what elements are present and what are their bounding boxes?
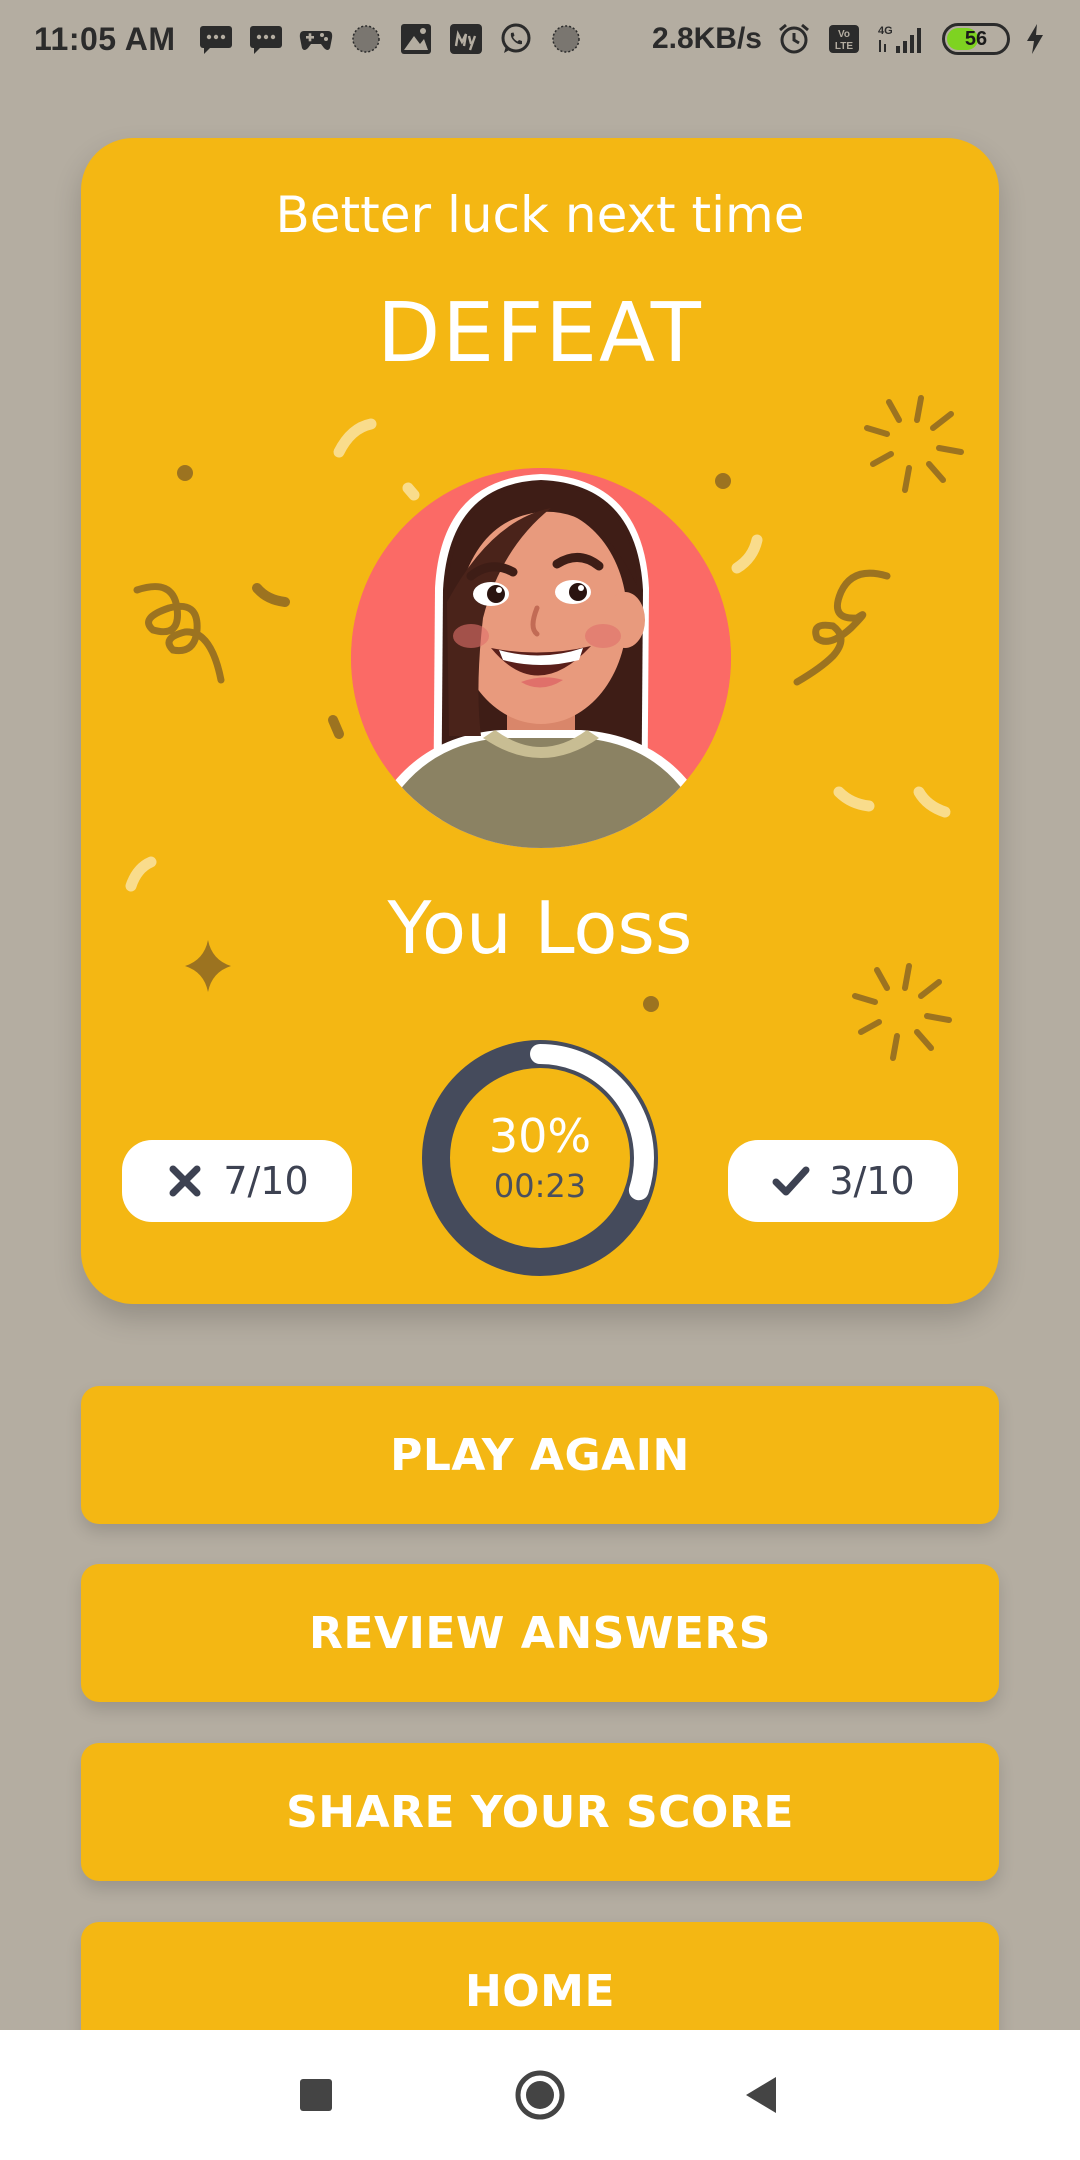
svg-text:4G: 4G	[878, 25, 893, 37]
volte-icon: Vo LTE	[826, 22, 862, 56]
score-progress-ring: 30% 00:23	[420, 1038, 660, 1278]
game-controller-icon	[298, 22, 334, 56]
result-text: You Loss	[387, 886, 693, 970]
network-speed: 2.8KB/s	[651, 22, 762, 55]
wrong-answers-count: 7/10	[223, 1159, 309, 1203]
app-icon	[348, 22, 384, 56]
correct-answers-count: 3/10	[829, 1159, 915, 1203]
avatar	[351, 468, 731, 848]
message-icon	[198, 22, 234, 56]
result-card: Better luck next time DEFEAT You Loss 7/…	[81, 138, 999, 1304]
recents-icon[interactable]	[281, 2060, 351, 2130]
check-icon	[771, 1161, 811, 1201]
svg-text:Vo: Vo	[838, 29, 850, 40]
whatsapp-icon	[498, 22, 534, 56]
battery-icon: 56	[942, 23, 1010, 55]
charging-icon	[1024, 22, 1046, 56]
navigation-bar	[0, 2030, 1080, 2160]
alarm-icon	[776, 22, 812, 56]
home-icon[interactable]	[505, 2060, 575, 2130]
my-app-icon	[448, 22, 484, 56]
share-score-button[interactable]: SHARE YOUR SCORE	[81, 1743, 999, 1881]
battery-level: 56	[964, 27, 988, 50]
review-answers-button[interactable]: REVIEW ANSWERS	[81, 1564, 999, 1702]
gallery-icon	[398, 22, 434, 56]
status-right: 2.8KB/s Vo LTE 4G 56	[652, 22, 1046, 56]
app-icon	[548, 22, 584, 56]
progress-text: 30% 00:23	[420, 1038, 660, 1278]
avatar-illustration	[351, 468, 731, 848]
score-percent: 30%	[488, 1108, 592, 1163]
play-again-button[interactable]: PLAY AGAIN	[81, 1386, 999, 1524]
status-left: 11:05 AM	[34, 21, 584, 58]
wrong-answers-pill: 7/10	[122, 1140, 352, 1222]
signal-4g-icon: 4G	[876, 22, 928, 56]
cross-icon	[165, 1161, 205, 1201]
elapsed-time: 00:23	[493, 1167, 587, 1206]
status-bar: 11:05 AM 2.8KB/s Vo LTE 4G 56	[0, 0, 1080, 78]
svg-text:LTE: LTE	[835, 41, 853, 52]
back-icon[interactable]	[727, 2060, 797, 2130]
message-icon	[248, 22, 284, 56]
correct-answers-pill: 3/10	[728, 1140, 958, 1222]
status-time: 11:05 AM	[34, 20, 176, 57]
